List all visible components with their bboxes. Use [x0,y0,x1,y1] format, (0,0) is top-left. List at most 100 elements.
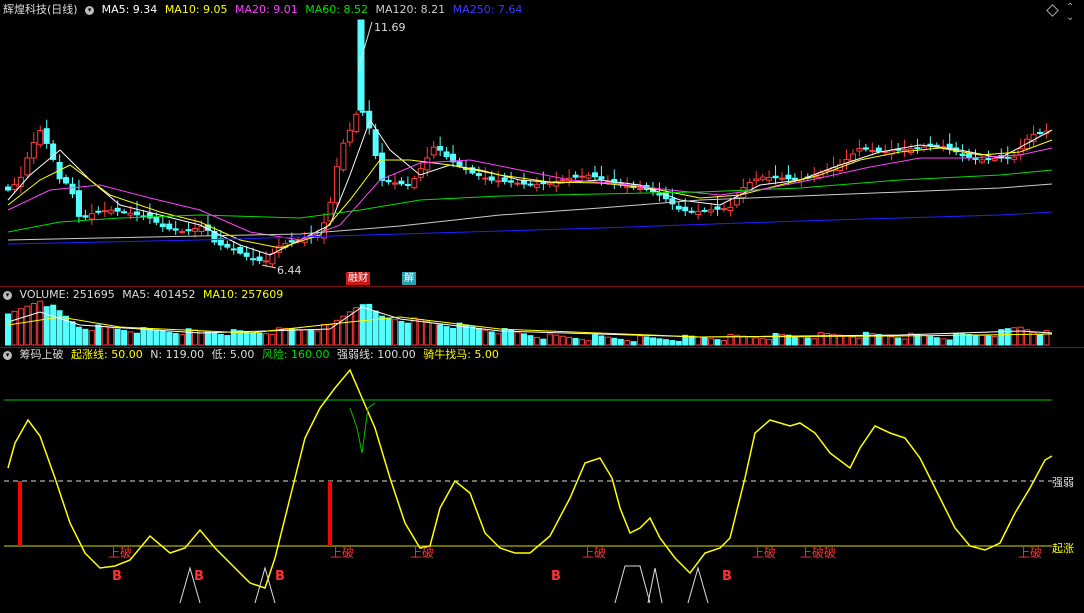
volume-bar [417,319,424,346]
volume-bar [746,336,753,346]
volume-bar [617,338,624,346]
volume-bar [30,302,37,346]
volume-bar [972,334,979,346]
volume-bar [766,339,773,346]
volume-bar [437,324,444,346]
volume-bar [140,327,147,346]
breakout-marker: 上破 [410,545,434,560]
candle-body [933,144,940,147]
candle-body [585,174,592,179]
volume-bar [443,326,450,346]
candle-body [179,230,186,234]
indicator-chart[interactable]: 上破 上破 上破 上破 上破 上破破 上破 B B B B B [0,348,1084,613]
candle-body [134,211,140,216]
candle-body [95,210,102,213]
candle-body [501,177,508,182]
volume-bar [824,332,831,346]
volume-bar [798,336,805,346]
volume-bar [791,335,798,346]
candle-body [288,240,295,243]
buy-marker: B [275,569,285,584]
candle-body [127,212,134,216]
candle-body [475,173,482,177]
candle-body [398,180,405,185]
volume-chart[interactable] [0,287,1084,347]
candle-body [353,113,360,132]
volume-bar [295,328,302,346]
volume-bar [204,331,211,346]
indicator-pane[interactable]: ▾ 筹码上破 起涨线: 50.00 N: 119.00 低: 5.00 风险: … [0,348,1084,613]
volume-bar [243,331,250,346]
volume-bar [372,310,379,346]
volume-bar [540,338,547,346]
candle-body [772,175,779,179]
candle-body [991,158,998,161]
rise-label: 起涨 [1052,542,1074,555]
volume-bar [895,337,902,346]
volume-bar [656,338,663,346]
volume-bar [940,338,947,346]
signal-bar [328,481,332,546]
candle-body [637,188,644,191]
volume-bar [521,333,527,346]
unlock-tag[interactable]: 解 [402,272,416,285]
candle-body [869,149,876,152]
candle-body [166,223,173,230]
volume-bar [146,328,153,346]
volume-bar [95,324,102,346]
volume-bar [933,337,940,346]
volume-bar [82,328,89,346]
candle-body [695,211,702,216]
volume-bar [927,336,934,346]
candle-body [521,180,527,185]
candle-body [966,153,973,159]
volume-bar [701,337,708,346]
volume-bar [321,323,328,346]
candle-body [624,185,631,189]
candle-body [791,177,798,180]
volume-bar [217,333,224,346]
volume-bar [269,333,276,346]
volume-bar [675,340,682,346]
volume-bar [404,322,411,346]
candle-body [875,147,882,153]
signal-triangle [647,567,663,604]
candle-body [579,175,586,178]
volume-bar [591,334,598,346]
oscillator-line [7,368,1053,589]
candle-body [5,186,11,191]
volume-bar [533,336,540,346]
volume-pane[interactable]: ▾ VOLUME: 251695 MA5: 401452 MA10: 25760… [0,287,1084,347]
breakout-marker: 上破 [752,545,776,560]
volume-bar [849,336,856,346]
candle-body [437,146,444,151]
volume-bar [637,335,644,346]
margin-tag[interactable]: 融财 [346,272,370,285]
candle-body [224,243,231,248]
low-price-label: 6.44 [277,264,302,277]
volume-bar [263,333,269,346]
candle-body [101,210,108,213]
candlestick-chart[interactable] [0,0,1084,286]
volume-bar [862,331,869,346]
volume-bar [714,339,721,346]
candle-body [333,166,340,204]
volume-bar [392,319,398,346]
candle-body [346,129,353,143]
price-pane[interactable]: 辉煌科技(日线) ▾ MA5: 9.34 MA10: 9.05 MA20: 9.… [0,0,1084,286]
candle-body [404,183,411,186]
volume-bar [17,308,24,346]
volume-bar [546,333,553,346]
volume-bar [978,334,985,346]
candle-body [559,179,566,182]
volume-bar [1011,327,1018,346]
low-pointer [261,264,277,269]
candle-body [75,190,82,217]
candle-body [11,184,18,190]
candle-body [379,152,386,181]
volume-bar [101,325,108,346]
volume-bar [11,310,18,346]
volume-bar [669,340,676,346]
candle-body [959,153,966,157]
ma10-line [7,139,1053,249]
